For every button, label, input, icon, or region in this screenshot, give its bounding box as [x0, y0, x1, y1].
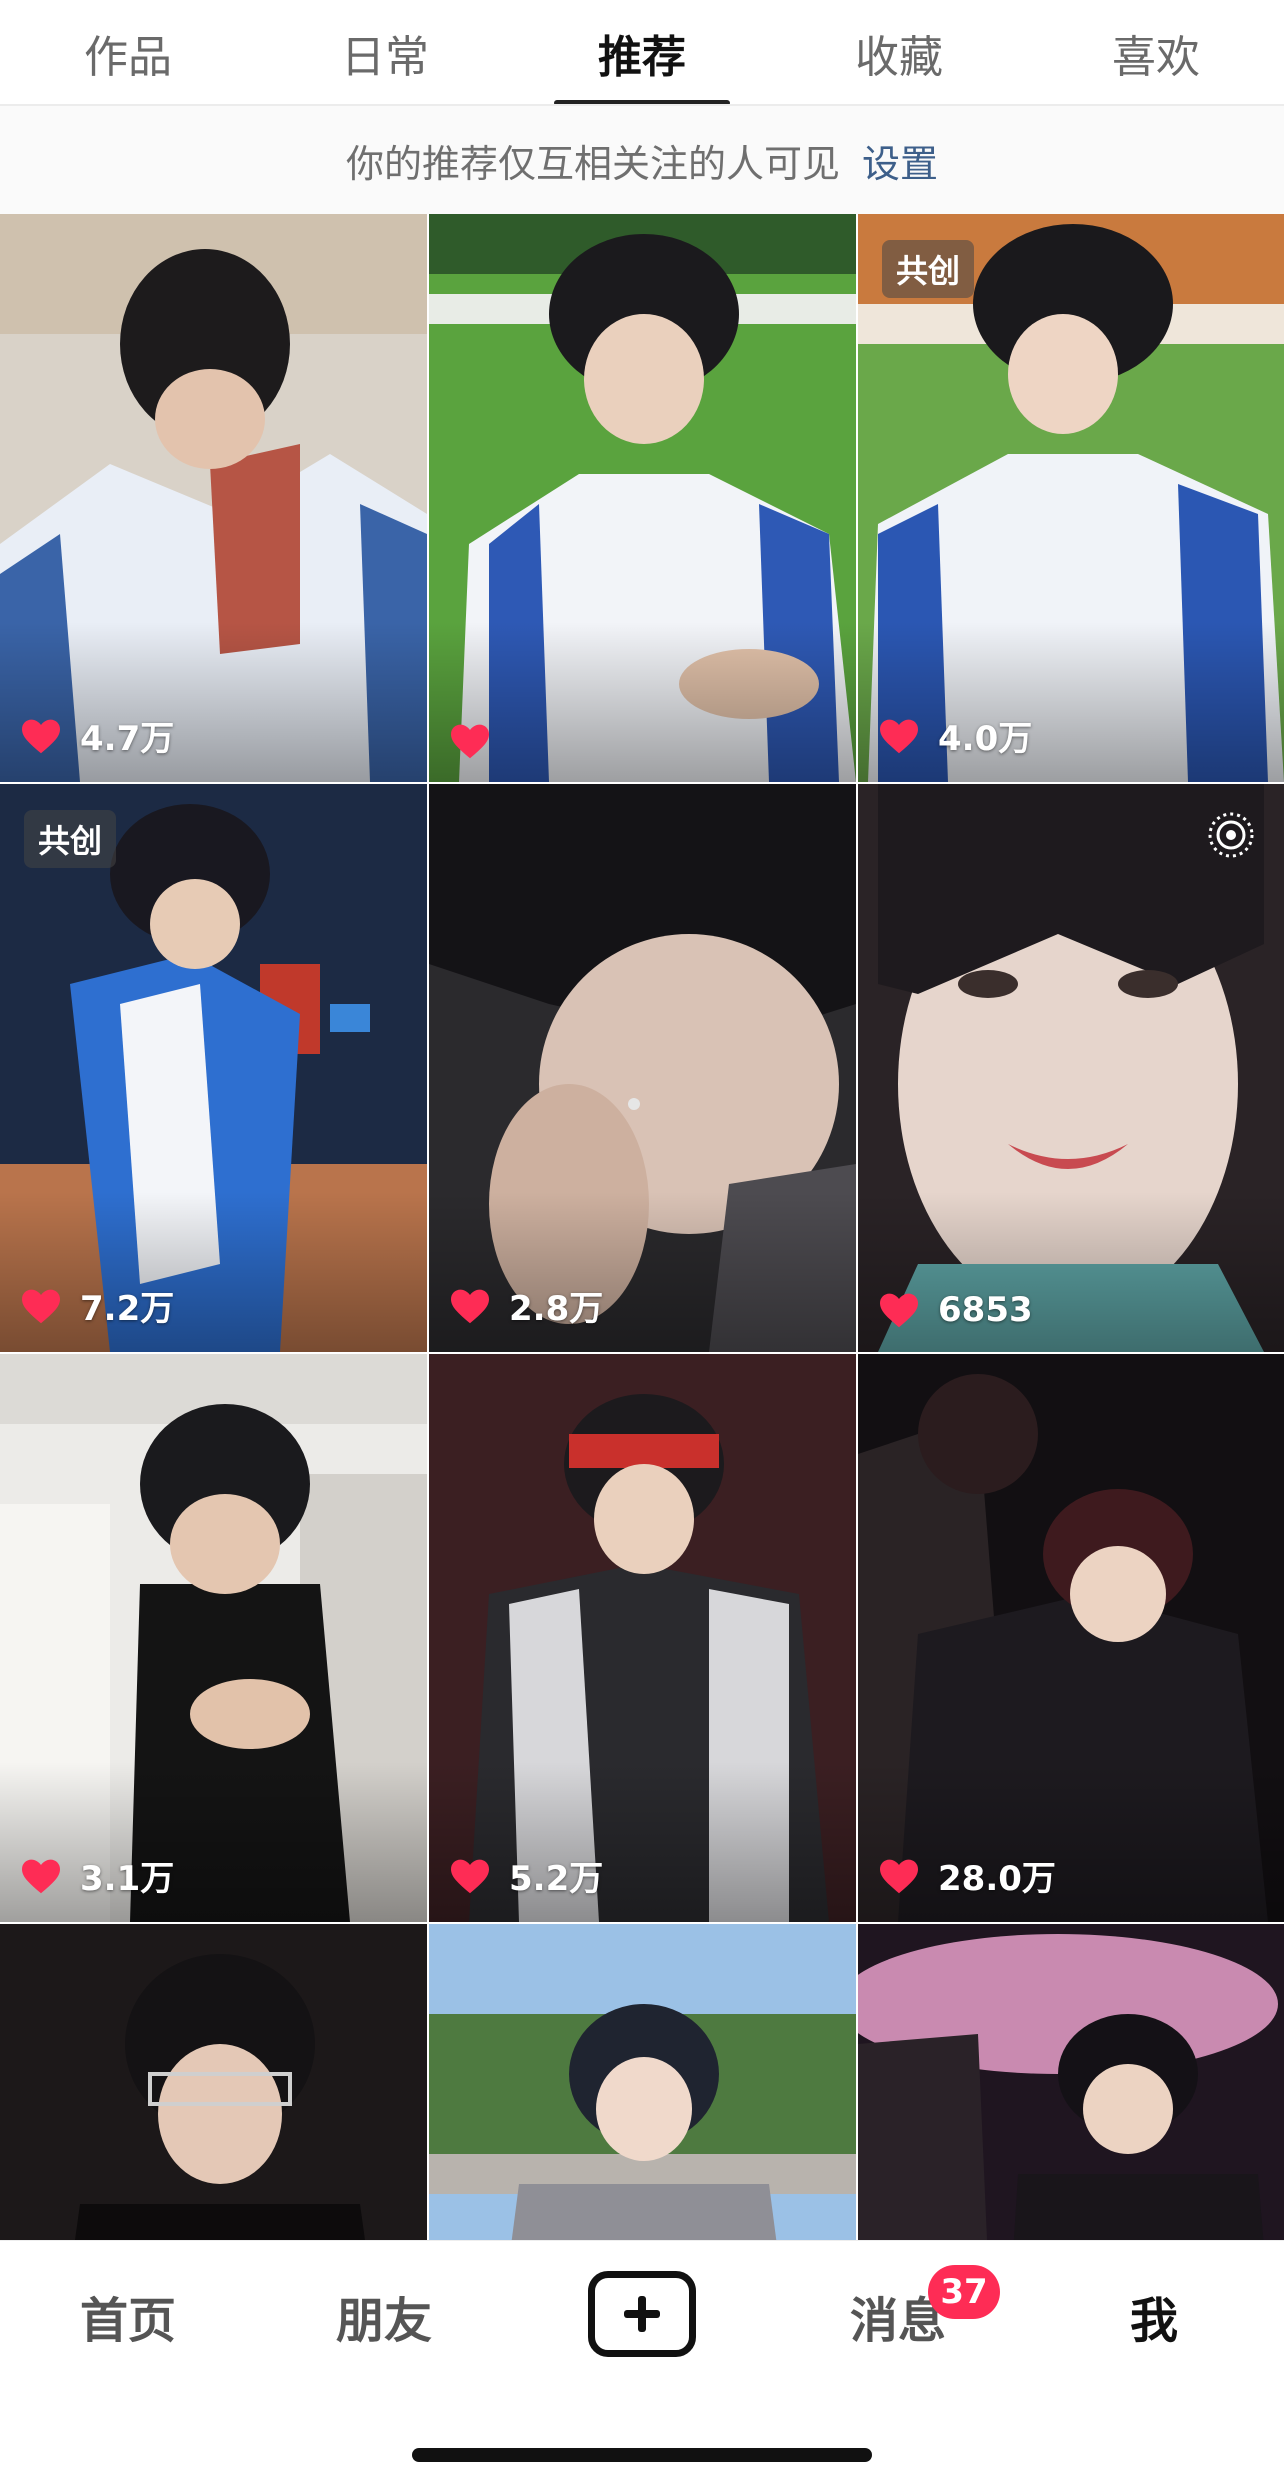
plus-icon — [624, 2296, 660, 2332]
video-thumbnail[interactable]: 28.0万 — [858, 1354, 1284, 1922]
like-count: 28.0万 — [878, 1851, 1056, 1900]
tab-favorites[interactable]: 收藏 — [811, 0, 987, 106]
video-thumbnail[interactable]: 5.2万 — [429, 1354, 856, 1922]
notice-text: 你的推荐仅互相关注的人可见 — [345, 141, 840, 186]
heart-icon — [880, 719, 918, 753]
live-photo-icon — [1208, 812, 1254, 858]
like-count-text: 6853 — [938, 1290, 1033, 1330]
bottom-nav: 首页 朋友 消息 37 我 — [0, 2240, 1284, 2474]
heart-icon — [451, 1289, 489, 1323]
tab-likes[interactable]: 喜欢 — [1068, 0, 1244, 106]
like-count: 4.0万 — [878, 711, 1032, 760]
video-thumbnail[interactable]: 共创 7.2万 — [0, 784, 427, 1352]
like-count-text: 7.2万 — [80, 1289, 175, 1329]
heart-icon — [880, 1293, 918, 1328]
visibility-notice: 你的推荐仅互相关注的人可见 设置 — [0, 106, 1284, 214]
co-creation-badge: 共创 — [882, 240, 975, 298]
co-creation-badge: 共创 — [24, 810, 117, 868]
like-count-text: 4.0万 — [938, 719, 1033, 759]
profile-tabs: 作品 日常 推荐 收藏 喜欢 — [0, 0, 1284, 106]
heart-icon — [22, 1859, 60, 1893]
like-count-text: 3.1万 — [80, 1859, 175, 1899]
like-count: 7.2万 — [20, 1281, 174, 1330]
nav-me[interactable]: 我 — [1054, 2241, 1254, 2391]
video-thumbnail[interactable]: 3.1万 — [0, 1354, 427, 1922]
like-count: 6853 — [878, 1290, 1033, 1330]
profile-screen: 作品 日常 推荐 收藏 喜欢 你的推荐仅互相关注的人可见 设置 4.7万 共创 … — [0, 0, 1284, 2474]
video-thumbnail[interactable]: 4.7万 — [0, 214, 427, 782]
video-grid: 4.7万 共创 4.0万 共创 7.2万 2.8万 6853 3.1万 5.2万… — [0, 214, 1284, 2474]
video-thumbnail[interactable]: 6853 — [858, 784, 1284, 1352]
like-count-text: 5.2万 — [509, 1859, 604, 1899]
like-count-text: 2.8万 — [509, 1289, 604, 1329]
like-count: 2.8万 — [449, 1281, 603, 1330]
heart-icon — [451, 1859, 489, 1893]
heart-icon — [451, 724, 489, 759]
tab-works[interactable]: 作品 — [40, 0, 216, 106]
heart-icon — [880, 1859, 918, 1893]
video-thumbnail[interactable]: 2.8万 — [429, 784, 856, 1352]
create-button[interactable] — [588, 2271, 696, 2357]
messages-badge: 37 — [928, 2265, 1000, 2319]
video-thumbnail[interactable] — [429, 214, 856, 782]
heart-icon — [22, 1289, 60, 1323]
heart-icon — [22, 719, 60, 753]
like-count — [449, 722, 509, 760]
nav-home[interactable]: 首页 — [28, 2241, 228, 2391]
like-count: 4.7万 — [20, 711, 174, 760]
like-count: 5.2万 — [449, 1851, 603, 1900]
tab-recommend[interactable]: 推荐 — [554, 0, 730, 106]
settings-link[interactable]: 设置 — [862, 133, 938, 188]
tab-daily[interactable]: 日常 — [297, 0, 473, 106]
like-count-text: 4.7万 — [80, 719, 175, 759]
home-indicator — [412, 2448, 872, 2462]
nav-friends[interactable]: 朋友 — [284, 2241, 484, 2391]
like-count: 3.1万 — [20, 1851, 174, 1900]
like-count-text: 28.0万 — [938, 1859, 1056, 1899]
video-thumbnail[interactable]: 共创 4.0万 — [858, 214, 1284, 782]
